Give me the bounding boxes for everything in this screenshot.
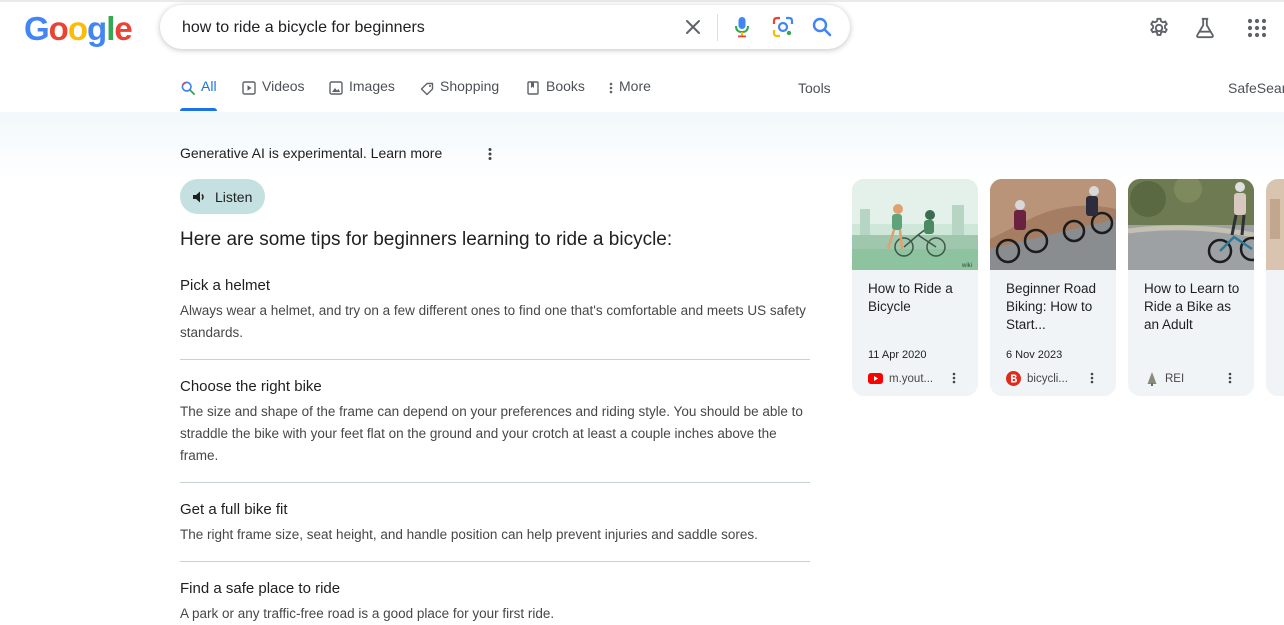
top-border bbox=[0, 0, 1284, 2]
tip-divider bbox=[180, 561, 810, 562]
ai-heading: Here are some tips for beginners learnin… bbox=[180, 229, 673, 250]
card-thumbnail bbox=[1266, 179, 1284, 270]
tab-images[interactable]: Images bbox=[328, 78, 395, 112]
kebab-icon bbox=[488, 148, 492, 160]
card-thumbnail bbox=[1128, 179, 1254, 270]
tab-label: Videos bbox=[262, 78, 305, 94]
tip-item: Get a full bike fit The right frame size… bbox=[180, 500, 810, 546]
tip-divider bbox=[180, 359, 810, 360]
lens-search-button[interactable] bbox=[771, 15, 795, 39]
bicycling-icon bbox=[1006, 371, 1021, 386]
tab-label: Images bbox=[349, 78, 395, 94]
search-icon bbox=[180, 80, 196, 96]
logo-letter: o bbox=[67, 10, 88, 47]
card-source-name: m.yout... bbox=[889, 372, 934, 385]
tab-books[interactable]: Books bbox=[525, 78, 585, 112]
card-source-name: bicycli... bbox=[1027, 372, 1068, 385]
source-card[interactable]: How to Learn to Ride a Bike as an Adult … bbox=[1128, 179, 1254, 396]
tip-title: Pick a helmet bbox=[180, 277, 271, 294]
tip-divider bbox=[180, 482, 810, 483]
card-source: REI bbox=[1144, 371, 1184, 386]
apps-grid-icon bbox=[1247, 18, 1267, 38]
clear-search-button[interactable] bbox=[681, 15, 705, 39]
book-icon bbox=[525, 80, 541, 96]
logo-letter: g bbox=[87, 10, 107, 47]
card-date: 11 Apr 2020 bbox=[868, 349, 927, 361]
apps-button[interactable] bbox=[1244, 15, 1270, 41]
card-source: m.yout... bbox=[868, 371, 933, 386]
listen-label: Listen bbox=[215, 188, 253, 205]
card-options-button[interactable] bbox=[948, 370, 960, 386]
tip-title: Get a full bike fit bbox=[180, 501, 288, 518]
ai-experimental-notice: Generative AI is experimental. Learn mor… bbox=[180, 145, 442, 161]
search-divider bbox=[717, 14, 718, 41]
tab-more[interactable]: More bbox=[608, 78, 651, 112]
search-icon bbox=[812, 17, 832, 37]
search-box bbox=[160, 5, 850, 49]
close-icon bbox=[686, 20, 700, 34]
tab-label: Books bbox=[546, 78, 585, 94]
speaker-icon bbox=[192, 190, 207, 204]
card-title: How to Ride a Bicycle bbox=[868, 281, 953, 314]
rei-icon bbox=[1144, 371, 1159, 386]
camera-lens-icon bbox=[772, 16, 794, 38]
thumb-watermark: wiki bbox=[961, 263, 972, 269]
card-title: How to Learn to Ride a Bike as an Adult bbox=[1144, 281, 1240, 332]
card-options-button[interactable] bbox=[1086, 370, 1098, 386]
tip-item: Find a safe place to ride A park or any … bbox=[180, 579, 810, 625]
tip-body: Always wear a helmet, and try on a few d… bbox=[180, 303, 806, 340]
card-source-name: REI bbox=[1165, 372, 1185, 385]
logo-letter: G bbox=[24, 10, 50, 47]
flask-icon bbox=[1196, 17, 1214, 39]
card-thumbnail bbox=[990, 179, 1116, 270]
tip-item: Pick a helmet Always wear a helmet, and … bbox=[180, 276, 810, 344]
tab-label: Shopping bbox=[440, 78, 500, 94]
tab-videos[interactable]: Videos bbox=[241, 78, 305, 112]
card-source: bicycli... bbox=[1006, 371, 1068, 386]
play-icon bbox=[241, 80, 257, 96]
source-card[interactable]: wiki How to Ride a Bicycle 11 Apr 2020 m… bbox=[852, 179, 978, 396]
next-card-peek[interactable] bbox=[1266, 179, 1284, 396]
tip-item: Choose the right bike The size and shape… bbox=[180, 377, 810, 467]
microphone-icon bbox=[735, 17, 749, 38]
source-card[interactable]: Beginner Road Biking: How to Start... 6 … bbox=[990, 179, 1116, 396]
ai-options-button[interactable] bbox=[482, 145, 498, 163]
logo-letter: o bbox=[48, 10, 69, 47]
listen-button[interactable]: Listen bbox=[180, 179, 265, 214]
search-submit-button[interactable] bbox=[810, 15, 834, 39]
card-title: Beginner Road Biking: How to Start... bbox=[1006, 281, 1097, 332]
kebab-icon bbox=[1228, 372, 1232, 384]
gear-icon bbox=[1150, 17, 1168, 36]
tab-shopping[interactable]: Shopping bbox=[419, 78, 499, 112]
card-thumbnail: wiki bbox=[852, 179, 978, 270]
tip-body: A park or any traffic-free road is a goo… bbox=[180, 606, 555, 621]
kebab-icon bbox=[952, 372, 956, 384]
google-logo[interactable]: Google bbox=[24, 10, 133, 48]
safesearch-button[interactable]: SafeSearch bbox=[1228, 80, 1284, 96]
logo-letter: l bbox=[106, 10, 115, 47]
tab-label: All bbox=[201, 78, 217, 94]
learn-more-link[interactable]: Learn more bbox=[371, 145, 443, 161]
tip-title: Find a safe place to ride bbox=[180, 580, 341, 597]
tag-icon bbox=[419, 80, 435, 96]
voice-search-button[interactable] bbox=[730, 15, 754, 39]
tip-title: Choose the right bike bbox=[180, 378, 322, 395]
search-input[interactable] bbox=[180, 16, 664, 40]
ai-notice-text: Generative AI is experimental. bbox=[180, 145, 367, 161]
labs-button[interactable] bbox=[1192, 15, 1218, 41]
card-options-button[interactable] bbox=[1224, 370, 1236, 386]
tools-button[interactable]: Tools bbox=[798, 80, 831, 96]
card-date: 6 Nov 2023 bbox=[1006, 349, 1063, 361]
tip-body: The size and shape of the frame can depe… bbox=[180, 404, 803, 463]
image-icon bbox=[328, 80, 344, 96]
youtube-icon bbox=[868, 371, 883, 386]
tab-all[interactable]: All bbox=[180, 78, 217, 112]
tab-label: More bbox=[619, 78, 651, 94]
kebab-icon bbox=[608, 80, 614, 96]
kebab-icon bbox=[1090, 372, 1094, 384]
logo-letter: e bbox=[114, 10, 132, 47]
settings-button[interactable] bbox=[1146, 15, 1172, 41]
tip-body: The right frame size, seat height, and h… bbox=[180, 527, 758, 542]
active-tab-indicator bbox=[180, 108, 217, 111]
